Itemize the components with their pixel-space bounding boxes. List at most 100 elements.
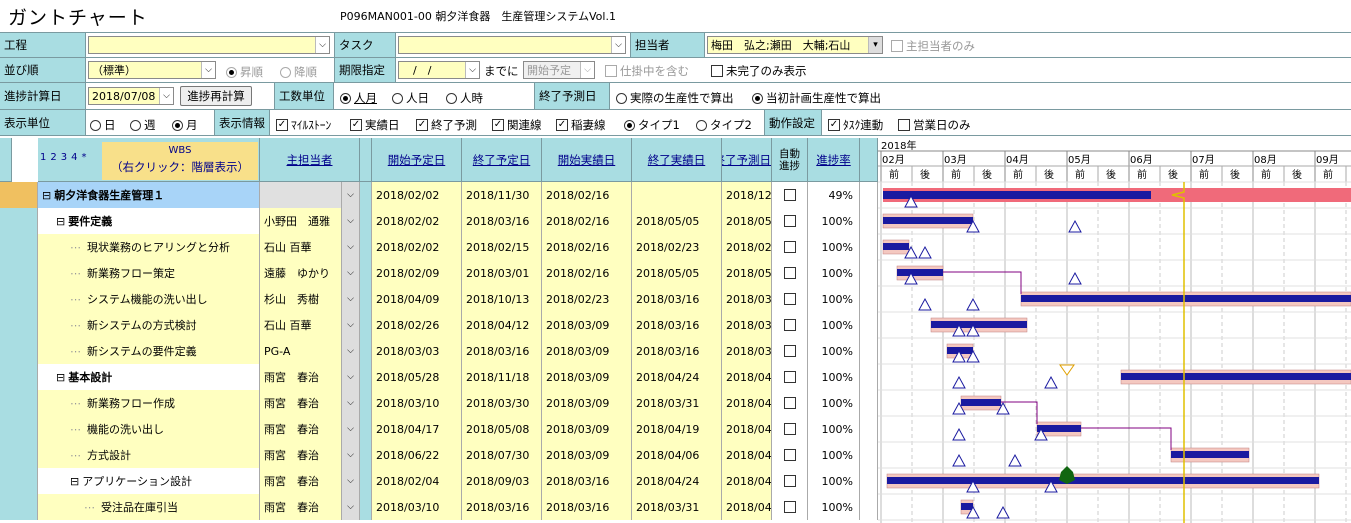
owner-cell[interactable]: 雨宮 春治 — [260, 416, 342, 442]
actual-day-check[interactable]: ✓ 実績日 — [350, 117, 400, 133]
plan-end-cell[interactable]: 2018/03/16 — [462, 338, 542, 364]
wbs-cell[interactable]: ⊟ 要件定義 — [38, 208, 260, 234]
actual-end-cell[interactable]: 2018/05/05 — [632, 260, 722, 286]
auto-progress-cell[interactable] — [772, 260, 808, 286]
gap-cell[interactable] — [860, 390, 878, 416]
deadline-date-input[interactable]: / / ⌵ — [398, 61, 480, 79]
plan-end-cell[interactable]: 2018/03/16 — [462, 208, 542, 234]
checkbox-icon[interactable] — [783, 397, 796, 409]
gap-cell[interactable] — [860, 416, 878, 442]
row-selector[interactable] — [0, 286, 38, 312]
level-1-button[interactable]: 1 — [40, 152, 46, 163]
recalc-button[interactable]: 進捗再計算 — [180, 86, 252, 106]
table-row[interactable]: ⋯ 新業務フロー作成 雨宮 春治 ⌵ 2018/03/10 2018/03/30 2018… — [0, 390, 878, 416]
chevron-down-icon[interactable]: ⌵ — [342, 286, 360, 312]
rate-cell[interactable]: 100% — [808, 468, 860, 494]
gap-cell[interactable] — [860, 364, 878, 390]
table-row[interactable]: ⋯ 機能の洗い出し 雨宮 春治 ⌵ 2018/04/17 2018/05/08 2018/… — [0, 416, 878, 442]
table-row[interactable]: ⋯ 新業務フロー策定 遠藤 ゆかり ⌵ 2018/02/09 2018/03/01 201… — [0, 260, 878, 286]
actual-start-cell[interactable]: 2018/02/16 — [542, 182, 632, 208]
auto-progress-cell[interactable] — [772, 286, 808, 312]
forecast-cell[interactable]: 2018/03/ — [722, 312, 772, 338]
auto-progress-cell[interactable] — [772, 312, 808, 338]
auto-progress-cell[interactable] — [772, 416, 808, 442]
auto-progress-cell[interactable] — [772, 234, 808, 260]
forecast-cell[interactable]: 2018/05/ — [722, 208, 772, 234]
actual-end-cell[interactable]: 2018/03/31 — [632, 390, 722, 416]
plan-end-cell[interactable]: 2018/05/08 — [462, 416, 542, 442]
wbs-header[interactable]: 1 2 3 4 * WBS （右クリック：階層表示） — [38, 138, 260, 182]
chevron-down-icon[interactable]: ⌵ — [201, 62, 215, 78]
chevron-down-icon[interactable]: ⌵ — [342, 416, 360, 442]
auto-progress-cell[interactable] — [772, 442, 808, 468]
rate-cell[interactable]: 100% — [808, 338, 860, 364]
chevron-down-icon[interactable]: ⌵ — [342, 182, 360, 208]
wbs-cell[interactable]: ⊟ 朝夕洋食器生産管理１ — [38, 182, 260, 208]
actual-end-cell[interactable]: 2018/04/24 — [632, 468, 722, 494]
radio-icon[interactable] — [130, 119, 141, 131]
plan-end-cell[interactable]: 2018/03/16 — [462, 494, 542, 520]
gap-cell[interactable] — [860, 234, 878, 260]
plan-end-cell[interactable]: 2018/11/30 — [462, 182, 542, 208]
actual-start-cell[interactable]: 2018/03/09 — [542, 416, 632, 442]
chevron-down-icon[interactable]: ⌵ — [342, 364, 360, 390]
radio-icon[interactable] — [616, 92, 627, 104]
type2-radio[interactable]: タイプ2 — [696, 117, 752, 133]
plan-start-cell[interactable]: 2018/05/28 — [372, 364, 462, 390]
rate-cell[interactable]: 100% — [808, 442, 860, 468]
rate-cell[interactable]: 100% — [808, 416, 860, 442]
actual-end-cell[interactable]: 2018/04/24 — [632, 364, 722, 390]
forecast-cell[interactable]: 2018/04/ — [722, 390, 772, 416]
unit-day-radio[interactable]: 人日 — [392, 90, 429, 106]
forecast-cell[interactable]: 2018/04/ — [722, 494, 772, 520]
plan-start-cell[interactable]: 2018/02/02 — [372, 182, 462, 208]
gap-cell[interactable] — [860, 286, 878, 312]
actual-end-cell[interactable]: 2018/02/23 — [632, 234, 722, 260]
checkbox-icon[interactable] — [783, 293, 796, 305]
owner-cell[interactable]: 石山 百華 — [260, 234, 342, 260]
checkbox-icon[interactable] — [783, 423, 796, 435]
actual-end-cell[interactable]: 2018/03/31 — [632, 494, 722, 520]
plan-end-cell[interactable]: 2018/04/12 — [462, 312, 542, 338]
chevron-down-icon[interactable]: ⌵ — [342, 338, 360, 364]
spacer-cell[interactable] — [360, 234, 372, 260]
auto-progress-cell[interactable] — [772, 182, 808, 208]
plan-end-cell[interactable]: 2018/03/30 — [462, 390, 542, 416]
plan-end-cell[interactable]: 2018/10/13 — [462, 286, 542, 312]
row-selector[interactable] — [0, 416, 38, 442]
lightning-line-check[interactable]: ✓ 稲妻線 — [556, 117, 606, 133]
plan-start-header[interactable]: 開始予定日 — [372, 138, 462, 182]
checkbox-icon[interactable] — [711, 65, 723, 77]
checkbox-icon[interactable] — [783, 449, 796, 461]
plan-start-cell[interactable]: 2018/06/22 — [372, 442, 462, 468]
plan-start-cell[interactable]: 2018/02/26 — [372, 312, 462, 338]
deadline-mode-select[interactable]: 開始予定 ⌵ — [523, 61, 595, 79]
rate-cell[interactable]: 100% — [808, 234, 860, 260]
owner-cell[interactable]: 小野田 通雅 — [260, 208, 342, 234]
table-row[interactable]: ⊟ 朝夕洋食器生産管理１ ⌵ 2018/02/02 2018/11/30 2018/02/… — [0, 182, 878, 208]
gap-cell[interactable] — [860, 208, 878, 234]
row-selector[interactable] — [0, 182, 38, 208]
checkbox-icon[interactable] — [783, 475, 796, 487]
assignee-select[interactable]: 梅田 弘之;瀬田 大輔;石山 ▾ — [707, 36, 883, 54]
spacer-cell[interactable] — [360, 364, 372, 390]
forecast-cell[interactable]: 2018/03/ — [722, 286, 772, 312]
collapse-icon[interactable]: ⊟ — [56, 371, 65, 384]
chevron-down-icon[interactable]: ⌵ — [342, 468, 360, 494]
checkbox-icon[interactable]: ✓ — [276, 119, 288, 131]
forecast-cell[interactable]: 2018/02/ — [722, 234, 772, 260]
owner-cell[interactable]: 遠藤 ゆかり — [260, 260, 342, 286]
task-select[interactable]: ⌵ — [398, 36, 626, 54]
owner-cell[interactable]: 石山 百華 — [260, 312, 342, 338]
checkbox-icon[interactable]: ✓ — [350, 119, 362, 131]
level-3-button[interactable]: 3 — [61, 152, 67, 163]
chevron-down-icon[interactable]: ⌵ — [611, 37, 625, 53]
plan-end-cell[interactable]: 2018/03/01 — [462, 260, 542, 286]
rate-cell[interactable]: 100% — [808, 390, 860, 416]
plan-start-cell[interactable]: 2018/04/17 — [372, 416, 462, 442]
plan-start-cell[interactable]: 2018/02/09 — [372, 260, 462, 286]
wbs-cell[interactable]: ⋯ 新システムの要件定義 — [38, 338, 260, 364]
plan-end-header[interactable]: 終了予定日 — [462, 138, 542, 182]
task-link-check[interactable]: ✓ ﾀｽｸ連動 — [828, 117, 883, 133]
table-row[interactable]: ⋯ 現状業務のヒアリングと分析 石山 百華 ⌵ 2018/02/02 2018/02/1… — [0, 234, 878, 260]
